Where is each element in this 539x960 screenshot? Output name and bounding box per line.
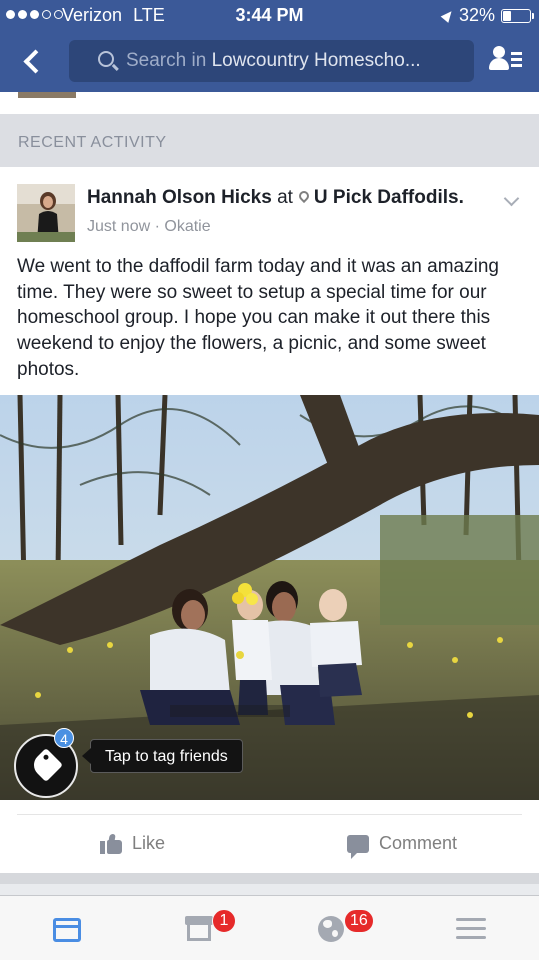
post-meta: Just now · Okatie — [87, 218, 211, 236]
post-header: Hannah Olson Hicks at U Pick Daffodils. — [87, 187, 464, 209]
tab-more[interactable] — [432, 896, 532, 960]
checkin-place[interactable]: U Pick Daffodils. — [314, 187, 464, 208]
notifications-globe-icon — [318, 916, 344, 942]
member-icon-body — [489, 58, 509, 70]
tag-count-badge: 4 — [54, 728, 74, 748]
group-members-button[interactable] — [487, 44, 523, 78]
feed-post: Hannah Olson Hicks at U Pick Daffodils. J… — [0, 167, 539, 873]
author-name[interactable]: Hannah Olson Hicks — [87, 187, 272, 208]
post-options-chevron-icon[interactable] — [503, 190, 520, 207]
group-search-field[interactable]: Search in Lowcountry Homescho... — [69, 40, 474, 82]
battery-indicator: 32% — [440, 5, 534, 26]
like-button[interactable]: Like — [100, 833, 165, 854]
feed-separator — [0, 873, 539, 884]
notifications-badge: 16 — [344, 909, 374, 933]
battery-icon — [501, 8, 534, 23]
back-button[interactable] — [16, 44, 48, 78]
member-icon-head — [493, 46, 505, 58]
search-text: Search in Lowcountry Homescho... — [126, 50, 421, 72]
marketplace-icon — [185, 916, 213, 942]
post-location[interactable]: Okatie — [164, 218, 210, 235]
tab-notifications[interactable]: 16 — [290, 896, 390, 960]
post-body-text: We went to the daffodil farm today and i… — [17, 256, 499, 380]
recent-activity-header: RECENT ACTIVITY — [0, 114, 539, 167]
news-feed-icon — [53, 918, 81, 942]
location-services-icon — [440, 8, 456, 23]
hamburger-menu-icon — [456, 918, 486, 940]
previous-item-thumbnail — [18, 92, 76, 98]
like-label: Like — [132, 833, 166, 853]
like-thumb-icon — [100, 833, 122, 854]
meta-separator: · — [154, 218, 160, 235]
at-connector: at — [277, 187, 293, 208]
comment-bubble-icon — [347, 834, 369, 859]
post-actions: Like Comment — [17, 814, 522, 873]
navigation-header: Verizon LTE 3:44 PM 32% Search in Lowcou… — [0, 0, 539, 92]
avatar[interactable] — [17, 184, 75, 242]
tab-marketplace[interactable]: 1 — [160, 896, 260, 960]
app-screen: Verizon LTE 3:44 PM 32% Search in Lowcou… — [0, 0, 539, 960]
tag-icon — [29, 748, 63, 782]
post-photo[interactable]: 4 Tap to tag friends — [0, 395, 539, 800]
location-pin-icon — [296, 188, 311, 204]
marketplace-badge: 1 — [212, 909, 236, 933]
tag-friends-tooltip[interactable]: Tap to tag friends — [82, 739, 243, 773]
status-bar: Verizon LTE 3:44 PM 32% — [0, 0, 539, 30]
search-group-name: Lowcountry Homescho... — [211, 50, 421, 71]
section-title: RECENT ACTIVITY — [18, 134, 167, 151]
tab-news-feed[interactable] — [36, 896, 136, 960]
comment-label: Comment — [379, 833, 458, 853]
previous-item-edge — [0, 92, 539, 114]
back-chevron-icon — [22, 48, 48, 74]
search-placeholder: Search in — [126, 50, 207, 71]
battery-percent: 32% — [458, 5, 495, 25]
bottom-tab-bar: 1 16 — [0, 895, 539, 960]
comment-button[interactable]: Comment — [347, 833, 458, 859]
post-time[interactable]: Just now — [87, 218, 150, 235]
search-icon — [98, 51, 114, 67]
